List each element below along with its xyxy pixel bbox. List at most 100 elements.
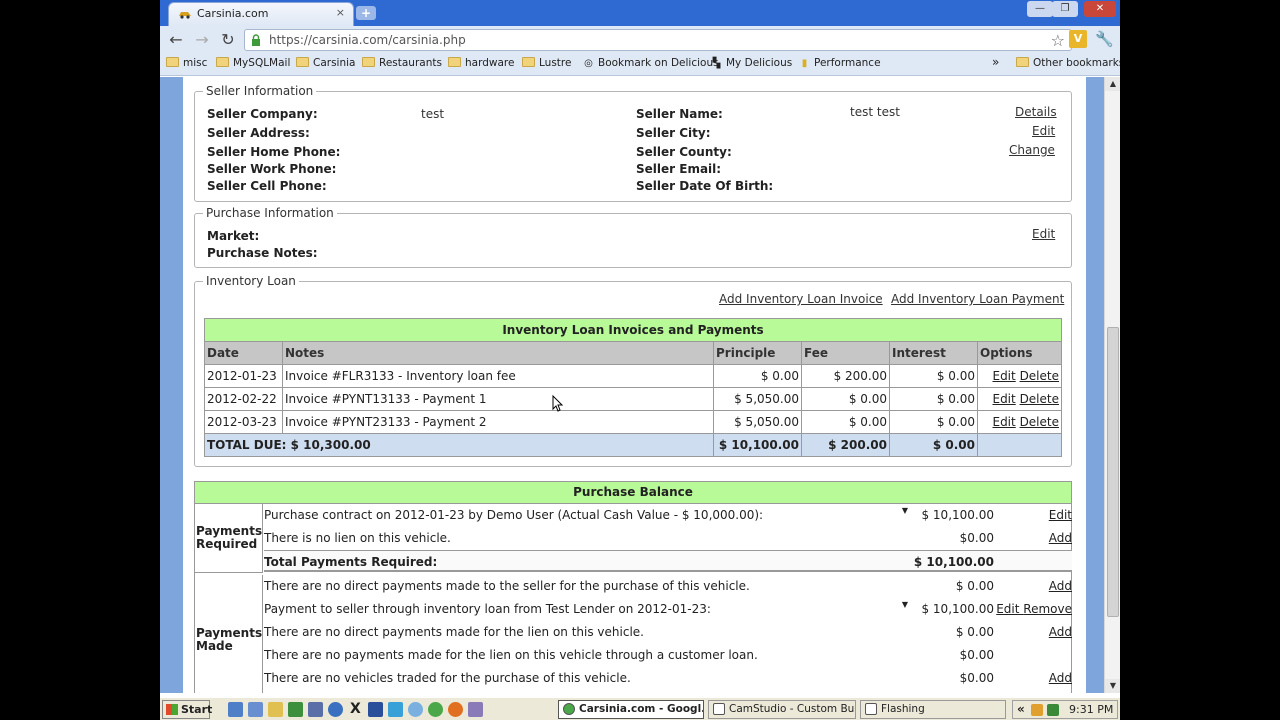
required-total-value: $ 10,100.00 bbox=[913, 555, 994, 569]
quicklaunch-firefox-icon[interactable] bbox=[448, 702, 463, 717]
purchase-information-legend: Purchase Information bbox=[206, 206, 334, 220]
purchase-balance-table: Payments Required Payments Made Purchase… bbox=[194, 504, 1072, 693]
row-delete-link[interactable]: Delete bbox=[1020, 415, 1059, 429]
payments-made-label: Payments Made bbox=[195, 575, 263, 693]
made-row: There are no vehicles traded for the pur… bbox=[264, 667, 1072, 689]
quicklaunch-desktop-icon[interactable] bbox=[248, 702, 263, 717]
required-row-add-link[interactable]: Add bbox=[1049, 531, 1072, 545]
quicklaunch-app-icon[interactable] bbox=[288, 702, 303, 717]
made-row-add-link[interactable]: Add bbox=[1049, 625, 1072, 639]
quicklaunch-x-icon[interactable]: X bbox=[350, 702, 365, 717]
add-inventory-loan-payment-link[interactable]: Add Inventory Loan Payment bbox=[891, 292, 1064, 306]
seller-name-label: Seller Name: bbox=[636, 107, 723, 121]
made-row-remove-link[interactable]: Remove bbox=[1023, 602, 1072, 616]
row-date: 2012-02-22 bbox=[204, 387, 283, 411]
bookmark-star-icon[interactable]: ☆ bbox=[1051, 31, 1065, 50]
task-flashing[interactable]: Flashing bbox=[860, 700, 1006, 719]
required-total-label: Total Payments Required: bbox=[264, 555, 438, 569]
row-edit-link[interactable]: Edit bbox=[992, 392, 1015, 406]
total-options bbox=[977, 433, 1062, 457]
seller-change-link[interactable]: Change bbox=[1009, 143, 1055, 157]
dropdown-arrow-icon[interactable]: ▼ bbox=[902, 506, 908, 515]
row-delete-link[interactable]: Delete bbox=[1020, 392, 1059, 406]
purchase-edit-link[interactable]: Edit bbox=[1032, 227, 1055, 241]
task-camstudio[interactable]: CamStudio - Custom Build bbox=[708, 700, 856, 719]
folder-icon bbox=[216, 57, 229, 67]
col-principle: Principle bbox=[713, 341, 802, 365]
maximize-icon[interactable]: ❐ bbox=[1052, 1, 1078, 17]
made-row-amount: $ 0.00 bbox=[955, 579, 994, 593]
bookmark-misc[interactable]: misc bbox=[166, 57, 207, 69]
windows-logo-icon bbox=[166, 704, 178, 715]
new-tab-button[interactable]: + bbox=[356, 6, 376, 20]
made-row-add-link[interactable]: Add bbox=[1049, 671, 1072, 685]
wrench-icon[interactable]: 🔧 bbox=[1095, 30, 1114, 48]
bookmark-my-delicious[interactable]: ▚ My Delicious bbox=[710, 57, 793, 69]
window-close-icon[interactable]: ✕ bbox=[1084, 1, 1116, 17]
table-row: 2012-01-23 Invoice #FLR3133 - Inventory … bbox=[204, 364, 1062, 388]
required-row-text: Purchase contract on 2012-01-23 by Demo … bbox=[264, 508, 764, 522]
made-row-edit-link[interactable]: Edit bbox=[996, 602, 1019, 616]
row-principle: $ 5,050.00 bbox=[713, 387, 802, 411]
reload-icon[interactable]: ↻ bbox=[218, 30, 238, 50]
globe-icon: ◎ bbox=[584, 58, 593, 69]
vertical-scrollbar[interactable]: ▲ ▼ bbox=[1104, 77, 1120, 693]
bookmark-restaurants[interactable]: Restaurants bbox=[362, 57, 442, 69]
url-text: https://carsinia.com/carsinia.php bbox=[269, 33, 466, 47]
inventory-loan-table-title: Inventory Loan Invoices and Payments bbox=[204, 318, 1062, 342]
scroll-thumb[interactable] bbox=[1107, 327, 1119, 617]
tray-network-icon[interactable] bbox=[1047, 704, 1059, 716]
quicklaunch-terminal-icon[interactable] bbox=[308, 702, 323, 717]
bookmarks-overflow-icon[interactable]: » bbox=[992, 55, 999, 69]
bookmark-performance[interactable]: ▮ Performance bbox=[798, 57, 881, 69]
bookmark-delicious[interactable]: ◎ Bookmark on Delicious bbox=[582, 57, 718, 69]
total-fee: $ 200.00 bbox=[801, 433, 890, 457]
other-bookmarks[interactable]: Other bookmarks bbox=[1016, 57, 1120, 69]
bookmark-lustre[interactable]: Lustre bbox=[522, 57, 571, 69]
scroll-up-icon[interactable]: ▲ bbox=[1105, 77, 1120, 91]
folder-icon bbox=[522, 57, 535, 67]
tab-carsinia[interactable]: Carsinia.com × bbox=[168, 2, 354, 26]
quicklaunch-globe-icon[interactable] bbox=[408, 702, 423, 717]
quicklaunch-folder-icon[interactable] bbox=[268, 702, 283, 717]
row-edit-link[interactable]: Edit bbox=[992, 369, 1015, 383]
inventory-loan-legend: Inventory Loan bbox=[206, 274, 296, 288]
minimize-icon[interactable]: — bbox=[1027, 1, 1053, 17]
task-chrome[interactable]: Carsinia.com - Googl... bbox=[558, 700, 704, 719]
forward-icon[interactable]: → bbox=[192, 30, 212, 50]
start-button[interactable]: Start bbox=[162, 700, 212, 719]
add-inventory-loan-invoice-link[interactable]: Add Inventory Loan Invoice bbox=[719, 292, 883, 306]
address-bar[interactable]: https://carsinia.com/carsinia.php ☆ bbox=[244, 29, 1072, 51]
bookmark-hardware[interactable]: hardware bbox=[448, 57, 514, 69]
required-row-edit-link[interactable]: Edit bbox=[1049, 508, 1072, 522]
row-delete-link[interactable]: Delete bbox=[1020, 369, 1059, 383]
table-row: 2012-02-22 Invoice #PYNT13133 - Payment … bbox=[204, 387, 1062, 411]
quicklaunch-chrome-icon[interactable] bbox=[428, 702, 443, 717]
quicklaunch-thunderbird-icon[interactable] bbox=[328, 702, 343, 717]
row-notes: Invoice #PYNT13133 - Payment 1 bbox=[282, 387, 714, 411]
folder-icon bbox=[166, 57, 179, 67]
bookmark-carsinia[interactable]: Carsinia bbox=[296, 57, 355, 69]
made-row-actions: Edit Remove bbox=[996, 602, 1072, 616]
back-icon[interactable]: ← bbox=[166, 30, 186, 50]
seller-edit-link[interactable]: Edit bbox=[1032, 124, 1055, 138]
quicklaunch-misc-icon[interactable] bbox=[468, 702, 483, 717]
made-row-add-link[interactable]: Add bbox=[1049, 579, 1072, 593]
quicklaunch-explorer-icon[interactable] bbox=[228, 702, 243, 717]
dropdown-arrow-icon[interactable]: ▼ bbox=[902, 600, 908, 609]
made-row-amount: $0.00 bbox=[959, 671, 994, 685]
quicklaunch-ie-icon[interactable] bbox=[388, 702, 403, 717]
tray-app-icon[interactable] bbox=[1031, 704, 1043, 716]
tab-close-icon[interactable]: × bbox=[336, 6, 345, 19]
bookmark-mysqlmail[interactable]: MySQLMail bbox=[216, 57, 290, 69]
row-edit-link[interactable]: Edit bbox=[992, 415, 1015, 429]
scroll-down-icon[interactable]: ▼ bbox=[1105, 679, 1120, 693]
made-row: Payment to seller through inventory loan… bbox=[264, 598, 1072, 620]
quicklaunch-list-icon[interactable] bbox=[368, 702, 383, 717]
total-interest: $ 0.00 bbox=[889, 433, 978, 457]
tray-expand-icon[interactable]: « bbox=[1017, 702, 1025, 716]
market-label: Market: bbox=[207, 229, 260, 243]
col-date: Date bbox=[204, 341, 283, 365]
extension-icon[interactable]: V bbox=[1069, 30, 1087, 48]
seller-details-link[interactable]: Details bbox=[1015, 105, 1057, 119]
